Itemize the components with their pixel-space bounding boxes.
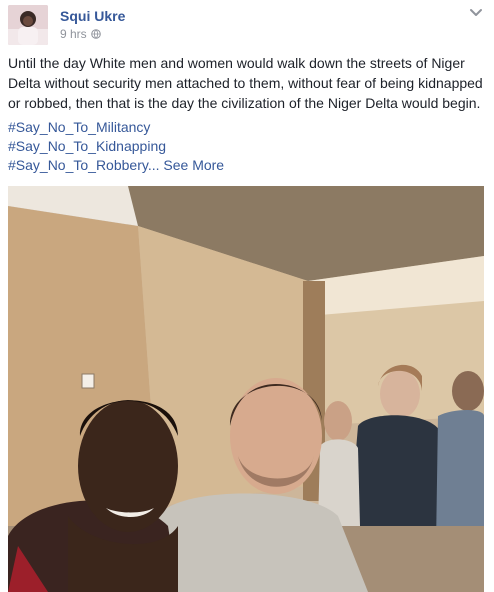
see-more-link[interactable]: See More: [163, 157, 224, 173]
chevron-down-icon[interactable]: [469, 8, 483, 18]
post-header: Squi Ukre 9 hrs: [8, 5, 125, 45]
post-text: Until the day White men and women would …: [8, 55, 483, 111]
hashtag-militancy[interactable]: #Say_No_To_Militancy: [8, 118, 488, 137]
globe-icon[interactable]: [90, 29, 101, 39]
avatar-image: [8, 5, 48, 45]
post-meta: Squi Ukre 9 hrs: [60, 7, 125, 42]
timestamp-row: 9 hrs: [60, 26, 125, 42]
facebook-post: Squi Ukre 9 hrs Until the day White men …: [0, 0, 494, 592]
hashtag-kidnapping[interactable]: #Say_No_To_Kidnapping: [8, 137, 488, 156]
hashtag-row-last: #Say_No_To_Robbery... See More: [8, 156, 488, 175]
photo-image: [8, 186, 484, 592]
author-avatar[interactable]: [8, 5, 48, 45]
hashtag-list: #Say_No_To_Militancy #Say_No_To_Kidnappi…: [8, 118, 488, 175]
post-timestamp[interactable]: 9 hrs: [60, 26, 87, 42]
post-photo[interactable]: [8, 186, 484, 592]
hashtag-robbery[interactable]: #Say_No_To_Robbery...: [8, 157, 160, 173]
author-name[interactable]: Squi Ukre: [60, 7, 125, 25]
